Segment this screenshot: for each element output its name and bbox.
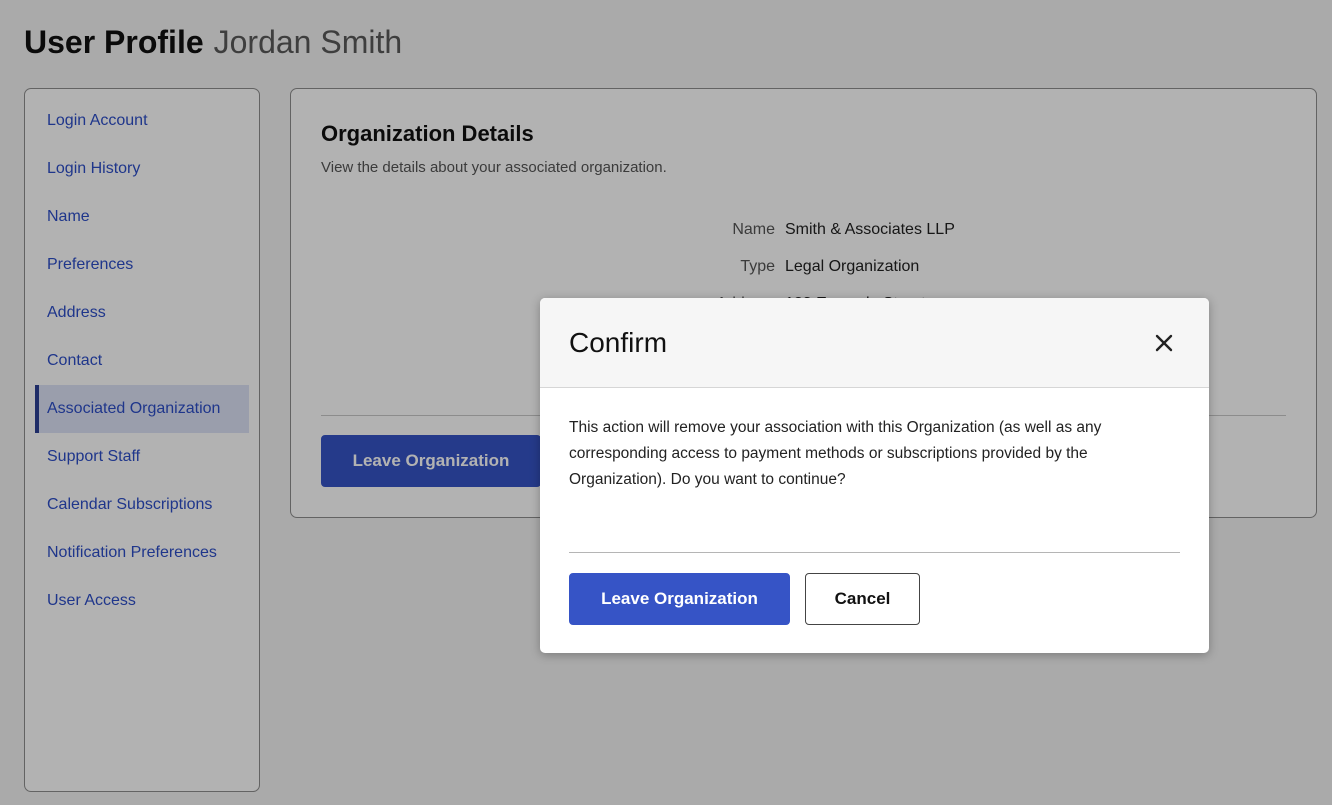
confirm-dialog-message: This action will remove your association… (569, 419, 1102, 488)
confirm-dialog-divider (569, 552, 1180, 553)
cancel-button[interactable]: Cancel (805, 573, 920, 625)
confirm-leave-organization-button[interactable]: Leave Organization (569, 573, 790, 625)
confirm-dialog-header: Confirm (540, 298, 1209, 388)
confirm-dialog-title: Confirm (569, 327, 668, 358)
close-icon (1155, 334, 1173, 352)
confirm-dialog: Confirm This action will remove your ass… (540, 298, 1209, 653)
close-dialog-button[interactable] (1147, 326, 1181, 360)
